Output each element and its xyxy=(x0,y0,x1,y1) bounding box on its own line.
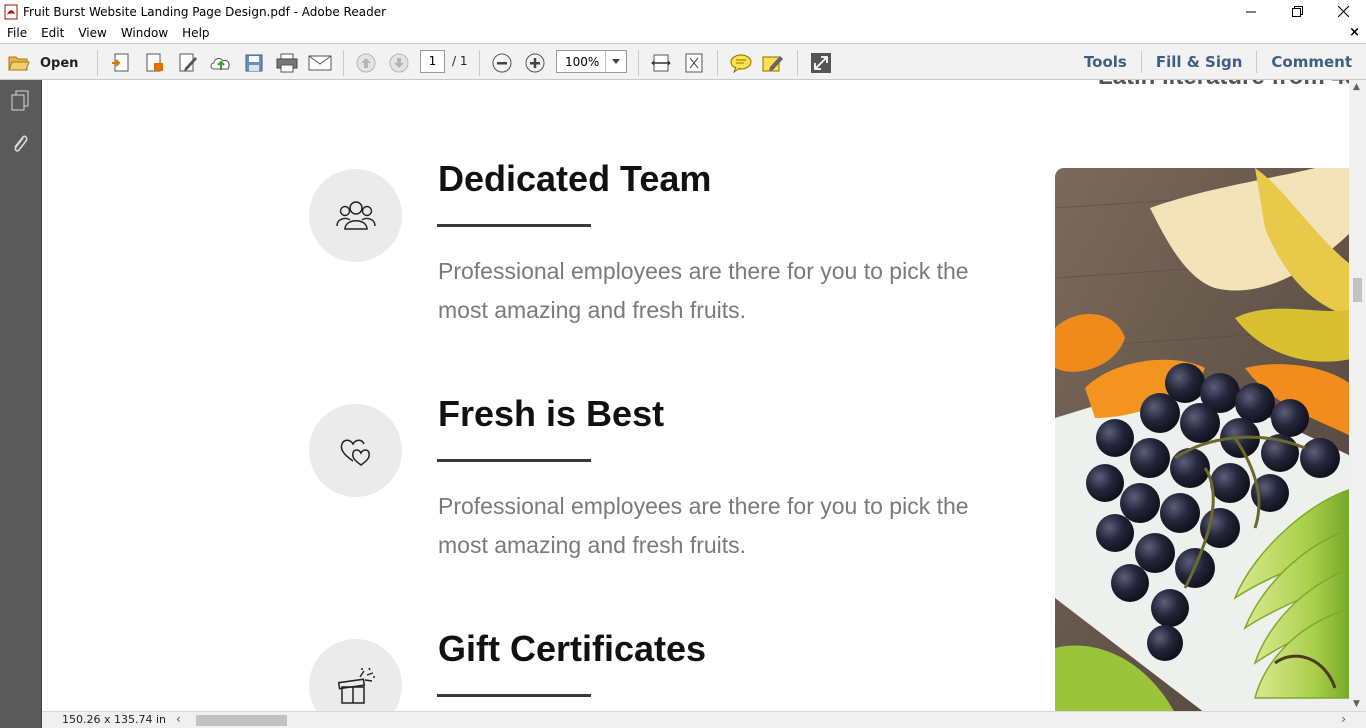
edit-pdf-icon xyxy=(179,53,197,72)
title-bar: Fruit Burst Website Landing Page Design.… xyxy=(0,0,1366,23)
scroll-up-icon[interactable]: ▲ xyxy=(1353,82,1360,92)
expand-icon xyxy=(811,53,831,73)
close-icon xyxy=(1337,6,1349,17)
feature-title: Fresh is Best xyxy=(438,393,665,434)
toolbar-separator xyxy=(479,50,480,76)
close-document-icon[interactable]: × xyxy=(1349,25,1360,40)
arrow-down-icon xyxy=(389,53,409,73)
pages-icon xyxy=(11,90,29,111)
menu-view[interactable]: View xyxy=(71,26,113,40)
menu-edit[interactable]: Edit xyxy=(34,26,71,40)
email-button[interactable] xyxy=(307,51,333,75)
menu-window[interactable]: Window xyxy=(114,26,175,40)
highlighter-icon xyxy=(762,56,783,72)
zoom-value[interactable]: 100% xyxy=(565,55,599,69)
gift-icon xyxy=(337,667,375,704)
fruit-platter-photo xyxy=(1055,168,1349,711)
hearts-icon xyxy=(340,439,370,466)
toolbar-separator xyxy=(97,50,98,76)
scroll-right-icon[interactable]: › xyxy=(1341,712,1346,726)
close-button[interactable] xyxy=(1320,0,1366,23)
plus-circle-icon xyxy=(525,53,545,73)
scrollbar-thumb[interactable] xyxy=(1353,278,1362,302)
toolbar-separator xyxy=(717,50,718,76)
vertical-scrollbar[interactable]: ▲ ▼ xyxy=(1349,80,1366,711)
fit-width-icon xyxy=(651,54,671,72)
page-total: / 1 xyxy=(452,54,468,68)
export-pdf-icon xyxy=(146,53,163,72)
upload-button[interactable] xyxy=(208,51,234,75)
toolbar-separator xyxy=(343,50,344,76)
document-view[interactable]: Latin literature from 45 Dedicated Team … xyxy=(42,80,1349,711)
fit-page-button[interactable] xyxy=(681,51,707,75)
feature-icon-circle xyxy=(309,404,402,497)
window-title: Fruit Burst Website Landing Page Design.… xyxy=(23,4,387,19)
minus-circle-icon xyxy=(492,53,512,73)
edit-pdf-button[interactable] xyxy=(175,51,201,75)
attachments-button[interactable] xyxy=(9,132,31,156)
pdf-app-icon xyxy=(4,4,18,19)
minimize-button[interactable] xyxy=(1228,0,1274,23)
cloud-upload-icon xyxy=(210,58,230,70)
restore-button[interactable] xyxy=(1274,0,1320,23)
divider xyxy=(437,694,591,697)
restore-icon xyxy=(1291,6,1303,17)
arrow-up-icon xyxy=(356,53,376,73)
feature-icon-circle xyxy=(309,169,402,262)
toolbar-separator xyxy=(638,50,639,76)
fit-width-button[interactable] xyxy=(648,51,674,75)
page-number-input[interactable]: 1 xyxy=(420,50,445,73)
paperclip-icon xyxy=(14,135,28,152)
add-comment-button[interactable] xyxy=(728,51,754,75)
divider xyxy=(437,459,591,462)
menu-bar: File Edit View Window Help × xyxy=(0,23,1366,43)
folder-icon xyxy=(8,56,30,71)
page-thumbnails-button[interactable] xyxy=(9,89,31,113)
print-icon xyxy=(276,53,298,73)
zoom-in-button[interactable] xyxy=(523,51,547,75)
feature-icon-circle xyxy=(309,639,402,711)
horizontal-scrollbar-thumb[interactable] xyxy=(196,715,287,726)
open-button[interactable]: Open xyxy=(8,51,84,75)
tab-comment[interactable]: Comment xyxy=(1256,50,1366,73)
chevron-down-icon[interactable] xyxy=(605,51,626,72)
toolbar-separator xyxy=(797,50,798,76)
previous-page-button[interactable] xyxy=(354,51,378,75)
tab-tools[interactable]: Tools xyxy=(1070,51,1141,73)
highlight-button[interactable] xyxy=(760,51,786,75)
save-button[interactable] xyxy=(241,51,267,75)
scroll-down-icon[interactable]: ▼ xyxy=(1353,699,1360,709)
save-icon xyxy=(245,54,263,72)
create-pdf-button[interactable] xyxy=(108,51,134,75)
task-pane-tabs: Tools Fill & Sign Comment xyxy=(1070,43,1366,80)
fruit-image xyxy=(1055,168,1349,711)
tab-fill-sign[interactable]: Fill & Sign xyxy=(1140,50,1257,73)
navigation-pane xyxy=(0,80,42,728)
print-button[interactable] xyxy=(274,51,300,75)
feature-title: Dedicated Team xyxy=(438,158,712,199)
comment-bubble-icon xyxy=(730,54,752,73)
team-icon xyxy=(335,200,376,230)
status-bar: 150.26 x 135.74 in ‹ › xyxy=(42,711,1366,728)
divider xyxy=(437,224,591,227)
menu-help[interactable]: Help xyxy=(175,26,216,40)
full-screen-button[interactable] xyxy=(808,51,834,75)
fit-page-icon xyxy=(685,53,703,73)
zoom-out-button[interactable] xyxy=(490,51,514,75)
menu-file[interactable]: File xyxy=(0,26,34,40)
scroll-left-icon[interactable]: ‹ xyxy=(176,712,181,726)
feature-title: Gift Certificates xyxy=(438,628,707,669)
feature-description: Professional employees are there for you… xyxy=(438,493,969,558)
page-dimensions: 150.26 x 135.74 in xyxy=(62,713,167,726)
clipped-text-line: Latin literature from 45 xyxy=(1098,80,1349,91)
zoom-select[interactable]: 100% xyxy=(556,50,627,73)
feature-description: Professional employees are there for you… xyxy=(438,258,969,323)
create-pdf-icon xyxy=(112,53,129,72)
next-page-button[interactable] xyxy=(387,51,411,75)
minimize-icon xyxy=(1246,11,1256,12)
envelope-icon xyxy=(308,55,332,71)
export-pdf-button[interactable] xyxy=(142,51,168,75)
